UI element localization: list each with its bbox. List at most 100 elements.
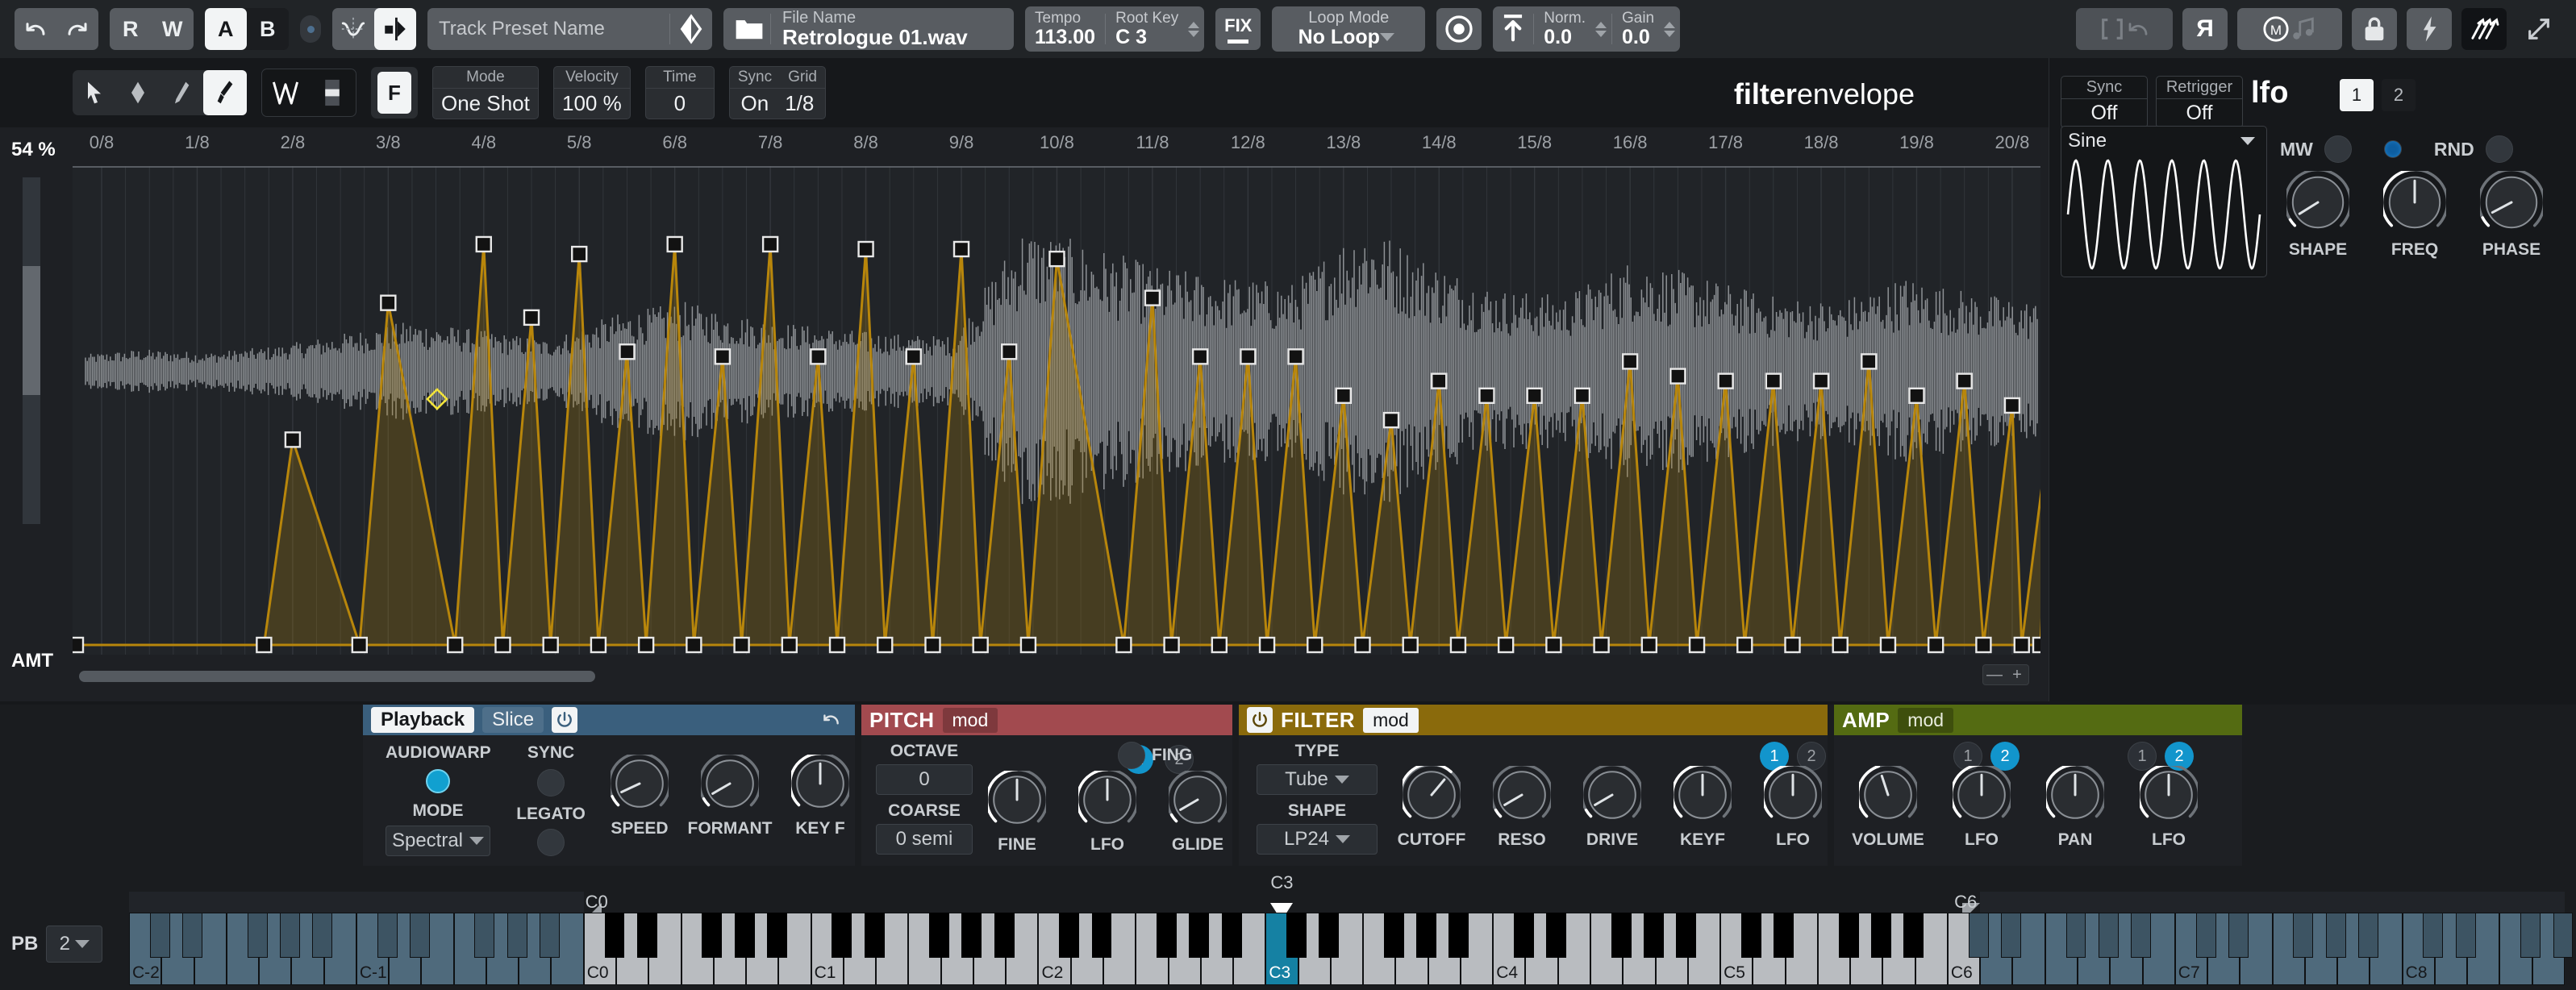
piano-key-black[interactable]: [2423, 913, 2444, 958]
reverse-button[interactable]: Я: [2182, 8, 2228, 50]
knob-cutoff[interactable]: CUTOFF: [1397, 766, 1466, 850]
knob-lfo[interactable]: LFO: [1073, 771, 1142, 855]
file-name-field[interactable]: File Name Retrologue 01.wav: [723, 8, 1014, 50]
knob-graphic[interactable]: [1169, 771, 1227, 829]
freq-led[interactable]: [2383, 140, 2402, 158]
gain-stepper[interactable]: [1664, 6, 1680, 52]
eraser-tool[interactable]: [116, 70, 160, 115]
tab-slice[interactable]: Slice: [482, 707, 544, 733]
write-automation-button[interactable]: W: [152, 8, 194, 50]
velocity-field[interactable]: Velocity 100 %: [552, 66, 631, 119]
pb-select[interactable]: 2: [46, 926, 103, 963]
piano-key-black[interactable]: [2553, 913, 2574, 958]
piano-key-black[interactable]: [1676, 913, 1697, 958]
power-icon[interactable]: [552, 707, 578, 733]
curve-icon[interactable]: [332, 8, 374, 50]
zoom-out-button[interactable]: —: [1983, 665, 2006, 684]
flip-icon[interactable]: [374, 8, 416, 50]
amount-slider[interactable]: [23, 177, 40, 524]
amp-mod-button[interactable]: mod: [1898, 707, 1954, 733]
lfo-tab-1[interactable]: 1: [2340, 79, 2374, 111]
redo-icon[interactable]: [56, 8, 98, 50]
normalize-icon[interactable]: [1493, 6, 1533, 48]
knob-shape[interactable]: SHAPE: [2283, 171, 2353, 260]
lfo-sync-field[interactable]: Sync Off: [2061, 76, 2148, 128]
knob-graphic[interactable]: [1583, 766, 1641, 824]
piano-key-black[interactable]: [279, 913, 300, 958]
chevron-down-icon[interactable]: [1379, 33, 1394, 41]
knob-formant[interactable]: FORMANT: [688, 755, 773, 838]
pitch-mod-button[interactable]: mod: [942, 707, 998, 733]
read-automation-button[interactable]: R: [110, 8, 152, 50]
piano-key-black[interactable]: [1870, 913, 1891, 958]
envelope-editor[interactable]: 54 % AMT 0/8 1/8 2/8 3/8 4/8 5/8 6/8 7/8 8/8 9/8 1…: [0, 127, 2049, 701]
rootkey-field[interactable]: Root Key C 3: [1106, 6, 1188, 52]
lightning-button[interactable]: [2407, 8, 2452, 50]
piano-key-black[interactable]: [2228, 913, 2249, 958]
knob-drive[interactable]: DRIVE: [1578, 766, 1647, 850]
piano-key-black[interactable]: [1774, 913, 1794, 958]
knob-graphic[interactable]: [2140, 766, 2198, 824]
knob-keyf[interactable]: KEYF: [1668, 766, 1737, 850]
loop-mode-field[interactable]: Loop Mode No Loop: [1272, 6, 1426, 52]
piano-key-black[interactable]: [2325, 913, 2346, 958]
piano-key-black[interactable]: [1091, 913, 1112, 958]
piano-key-black[interactable]: [864, 913, 885, 958]
knob-graphic[interactable]: [1078, 771, 1136, 829]
piano-key-black[interactable]: [1319, 913, 1340, 958]
record-button[interactable]: [1436, 8, 1482, 50]
lock-button[interactable]: [2352, 8, 2397, 50]
chevron-down-icon[interactable]: [469, 837, 485, 845]
piano-key-black[interactable]: [766, 913, 787, 958]
knob-graphic[interactable]: [2046, 766, 2104, 824]
expand-icon[interactable]: [2516, 8, 2561, 50]
knob-lfo[interactable]: LFO: [2134, 766, 2203, 850]
piano-key-black[interactable]: [636, 913, 657, 958]
knob-fine[interactable]: FINE: [982, 771, 1052, 855]
piano-key-black[interactable]: [1903, 913, 1924, 958]
filter-shape-select[interactable]: LP24: [1257, 824, 1378, 855]
knob-graphic[interactable]: [791, 755, 849, 813]
lfo-waveform-box[interactable]: Sine: [2061, 126, 2267, 277]
preset-b-button[interactable]: B: [247, 8, 289, 50]
chevron-down-icon[interactable]: [1336, 835, 1351, 843]
piano-key-black[interactable]: [247, 913, 268, 958]
piano-key-black[interactable]: [702, 913, 723, 958]
knob-graphic[interactable]: [988, 771, 1046, 829]
piano-key-black[interactable]: [1416, 913, 1437, 958]
fader-icon[interactable]: [309, 69, 356, 116]
coarse-value[interactable]: 0 semi: [876, 824, 973, 855]
gain-field[interactable]: Gain 0.0: [1612, 6, 1664, 52]
knob-speed[interactable]: SPEED: [605, 755, 674, 838]
zoom-in-button[interactable]: +: [2006, 665, 2028, 684]
chevron-down-icon[interactable]: [75, 940, 90, 948]
knob-graphic[interactable]: [2383, 171, 2446, 234]
piano-key-black[interactable]: [2455, 913, 2476, 958]
lfo-retrigger-field[interactable]: Retrigger Off: [2156, 76, 2243, 128]
knob-freq[interactable]: FREQ: [2380, 171, 2449, 260]
piano-key-black[interactable]: [1513, 913, 1534, 958]
piano-key-black[interactable]: [734, 913, 755, 958]
playback-mode-select[interactable]: Spectral: [386, 826, 490, 856]
knob-graphic[interactable]: [611, 755, 669, 813]
piano-key-black[interactable]: [832, 913, 852, 958]
piano-key-black[interactable]: [1838, 913, 1859, 958]
piano-key-black[interactable]: [149, 913, 170, 958]
norm-field[interactable]: Norm. 0.0: [1534, 6, 1595, 52]
lfo-shape-select[interactable]: Sine: [2061, 127, 2266, 156]
filter-type-select[interactable]: Tube: [1257, 764, 1378, 795]
piano-key-black[interactable]: [1611, 913, 1632, 958]
piano-key-black[interactable]: [2195, 913, 2216, 958]
norm-stepper[interactable]: [1594, 6, 1611, 52]
piano-key-black[interactable]: [474, 913, 495, 958]
piano-key-black[interactable]: [2131, 913, 2151, 958]
track-preset-placeholder[interactable]: Track Preset Name: [427, 18, 669, 40]
piano-keyboard[interactable]: C-2 C-1 C0 C1 C2 C3 C4 C5 C6 C7 C8: [129, 913, 2574, 985]
knob-graphic[interactable]: [1493, 766, 1551, 824]
knob-lfo[interactable]: LFO: [1758, 766, 1828, 850]
knob-glide[interactable]: GLIDE: [1163, 771, 1232, 855]
piano-key-black[interactable]: [539, 913, 560, 958]
piano-key-black[interactable]: [1286, 913, 1307, 958]
filter-mod-button[interactable]: mod: [1363, 707, 1419, 733]
piano-key-black[interactable]: [2520, 913, 2541, 958]
